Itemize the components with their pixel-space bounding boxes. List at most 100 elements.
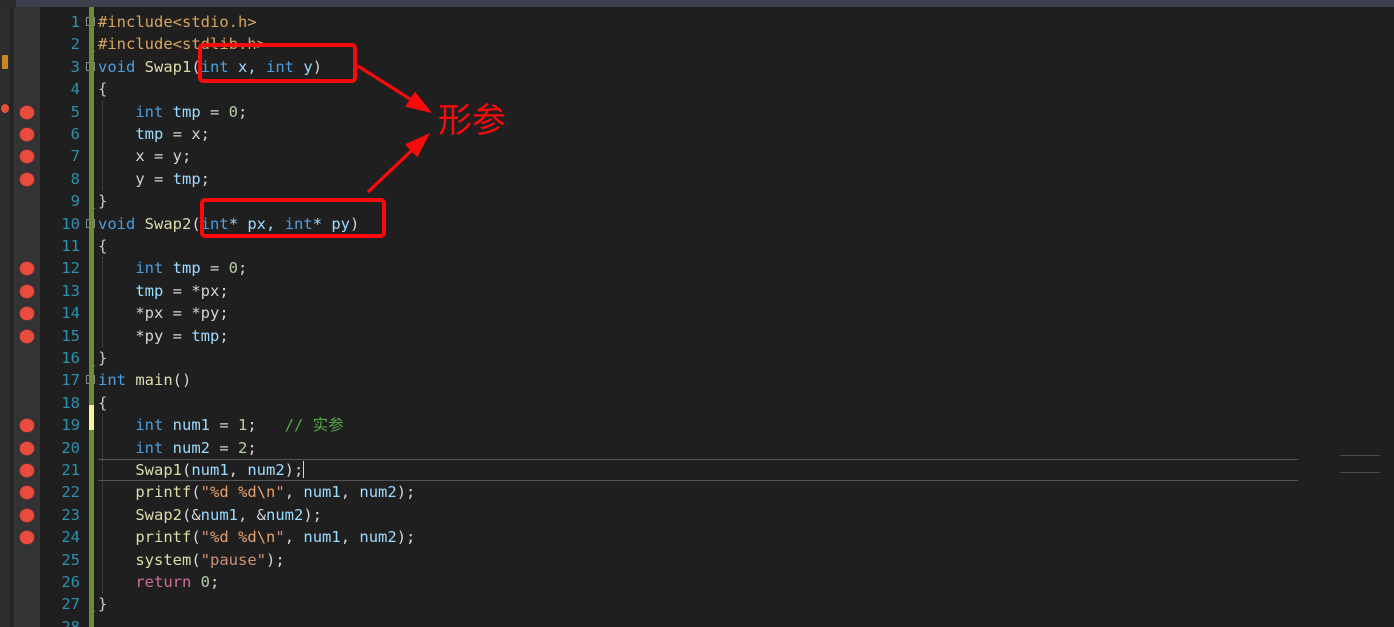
vertical-scrollbar[interactable] xyxy=(1380,7,1394,627)
code-line[interactable]: y = tmp; xyxy=(98,168,210,190)
code-token: py xyxy=(144,326,164,345)
code-line[interactable]: } xyxy=(98,593,107,615)
code-line[interactable]: printf("%d %d\n", num1, num2); xyxy=(98,481,415,503)
code-token: x, xyxy=(228,57,267,76)
code-token: tmp xyxy=(135,281,164,300)
code-line[interactable]: } xyxy=(98,190,107,212)
breakpoint-dot-icon[interactable] xyxy=(20,172,34,186)
code-token: " xyxy=(200,483,211,502)
code-line[interactable]: printf("%d %d\n", num1, num2); xyxy=(98,526,415,548)
breakpoint-gutter[interactable] xyxy=(14,7,40,627)
line-number: 13 xyxy=(61,281,80,300)
breakpoint-dot-icon[interactable] xyxy=(20,329,34,343)
editor-top-strip xyxy=(0,0,1394,7)
code-token: py xyxy=(200,304,220,323)
breakpoint-dot-icon[interactable] xyxy=(20,284,34,298)
code-line[interactable]: int main() xyxy=(98,369,191,391)
code-token: int xyxy=(135,102,164,121)
code-line[interactable]: void Swap1(int x, int y) xyxy=(98,56,322,78)
code-line[interactable]: Swap1(num1, num2); xyxy=(98,459,305,481)
code-token: ); xyxy=(303,505,322,524)
line-number: 17 xyxy=(61,371,80,390)
breakpoint-dot-icon[interactable] xyxy=(20,150,34,164)
code-token: %d xyxy=(238,528,257,547)
code-token: num1 xyxy=(303,483,341,502)
activity-bar-sliver[interactable] xyxy=(0,7,10,627)
code-line[interactable]: tmp = *px; xyxy=(98,280,228,302)
code-line[interactable]: Swap2(&num1, &num2); xyxy=(98,504,322,526)
breakpoint-dot-icon[interactable] xyxy=(20,441,34,455)
code-token: , xyxy=(340,483,360,502)
code-line[interactable]: system("pause"); xyxy=(98,549,284,571)
code-token: // 实参 xyxy=(284,416,344,435)
code-line[interactable]: #include<stdlib.h> xyxy=(98,33,266,55)
code-line[interactable]: x = y; xyxy=(98,145,191,167)
code-token: tmp xyxy=(191,326,220,345)
line-number: 26 xyxy=(61,573,80,591)
code-token: num1 xyxy=(200,505,238,524)
code-token: int xyxy=(200,57,229,76)
breakpoint-dot-icon[interactable] xyxy=(20,464,34,477)
line-number: 11 xyxy=(61,237,80,255)
code-line[interactable]: int num1 = 1; // 实参 xyxy=(98,414,344,436)
breakpoint-dot-icon[interactable] xyxy=(20,128,34,141)
code-line[interactable]: tmp = x; xyxy=(98,123,210,145)
code-token: ; xyxy=(238,102,248,121)
code-token: int xyxy=(135,416,164,435)
code-line[interactable]: } xyxy=(98,347,107,369)
code-token: ); xyxy=(284,461,304,479)
code-line[interactable]: return 0; xyxy=(98,571,219,593)
code-token: Swap2 xyxy=(144,214,192,233)
text-caret xyxy=(303,461,305,478)
code-token: ; xyxy=(238,259,248,278)
breakpoint-dot-icon[interactable] xyxy=(20,262,34,276)
code-line[interactable]: #include<stdio.h> xyxy=(98,11,257,33)
breakpoint-dot-icon[interactable] xyxy=(20,508,34,522)
breakpoint-dot-icon[interactable] xyxy=(20,105,34,119)
breakpoint-dot-icon[interactable] xyxy=(20,531,34,545)
breakpoint-dot-icon[interactable] xyxy=(20,486,34,500)
code-token: return xyxy=(135,573,192,591)
code-token: \n xyxy=(256,483,276,502)
code-line[interactable]: int tmp = 0; xyxy=(98,257,247,279)
code-line[interactable]: void Swap2(int* px, int* py) xyxy=(98,213,359,235)
code-line[interactable]: int tmp = 0; xyxy=(98,101,247,123)
code-line[interactable]: { xyxy=(98,392,107,414)
code-line[interactable]: { xyxy=(98,235,107,257)
line-number: 8 xyxy=(70,169,80,188)
code-token: %d xyxy=(210,483,229,502)
code-editor-window: 1 2 3 4 5 6 7 8 9 10 11 12 13 14 15 16 17 18 19 20 21 22 23 24 2… xyxy=(0,0,1394,627)
code-token: { xyxy=(98,237,108,255)
code-line[interactable]: *px = *py; xyxy=(98,302,228,324)
line-number: 22 xyxy=(61,483,80,502)
code-line[interactable]: *py = tmp; xyxy=(98,325,228,347)
code-token: , xyxy=(284,483,304,502)
line-number: 7 xyxy=(70,147,80,166)
breakpoint-dot-icon[interactable] xyxy=(20,307,34,321)
line-number: 18 xyxy=(61,393,80,412)
line-number: 6 xyxy=(70,125,80,143)
code-token: " xyxy=(275,483,285,502)
line-number: 27 xyxy=(61,595,80,614)
code-content-area[interactable]: #include<stdio.h> #include<stdlib.h> void … xyxy=(98,7,1340,627)
code-token: \n xyxy=(256,528,276,547)
line-number: 28 xyxy=(61,617,80,627)
code-token: * px, xyxy=(228,214,285,233)
code-line[interactable]: int num2 = 2; xyxy=(98,437,256,459)
indent-guide xyxy=(102,414,103,594)
line-number: 3 xyxy=(70,57,80,76)
line-number: 1 xyxy=(70,13,80,31)
code-token: " xyxy=(200,528,211,547)
breakpoint-dot-icon[interactable] xyxy=(20,419,34,433)
code-token: 0 xyxy=(200,573,211,591)
code-line[interactable]: { xyxy=(98,78,107,100)
